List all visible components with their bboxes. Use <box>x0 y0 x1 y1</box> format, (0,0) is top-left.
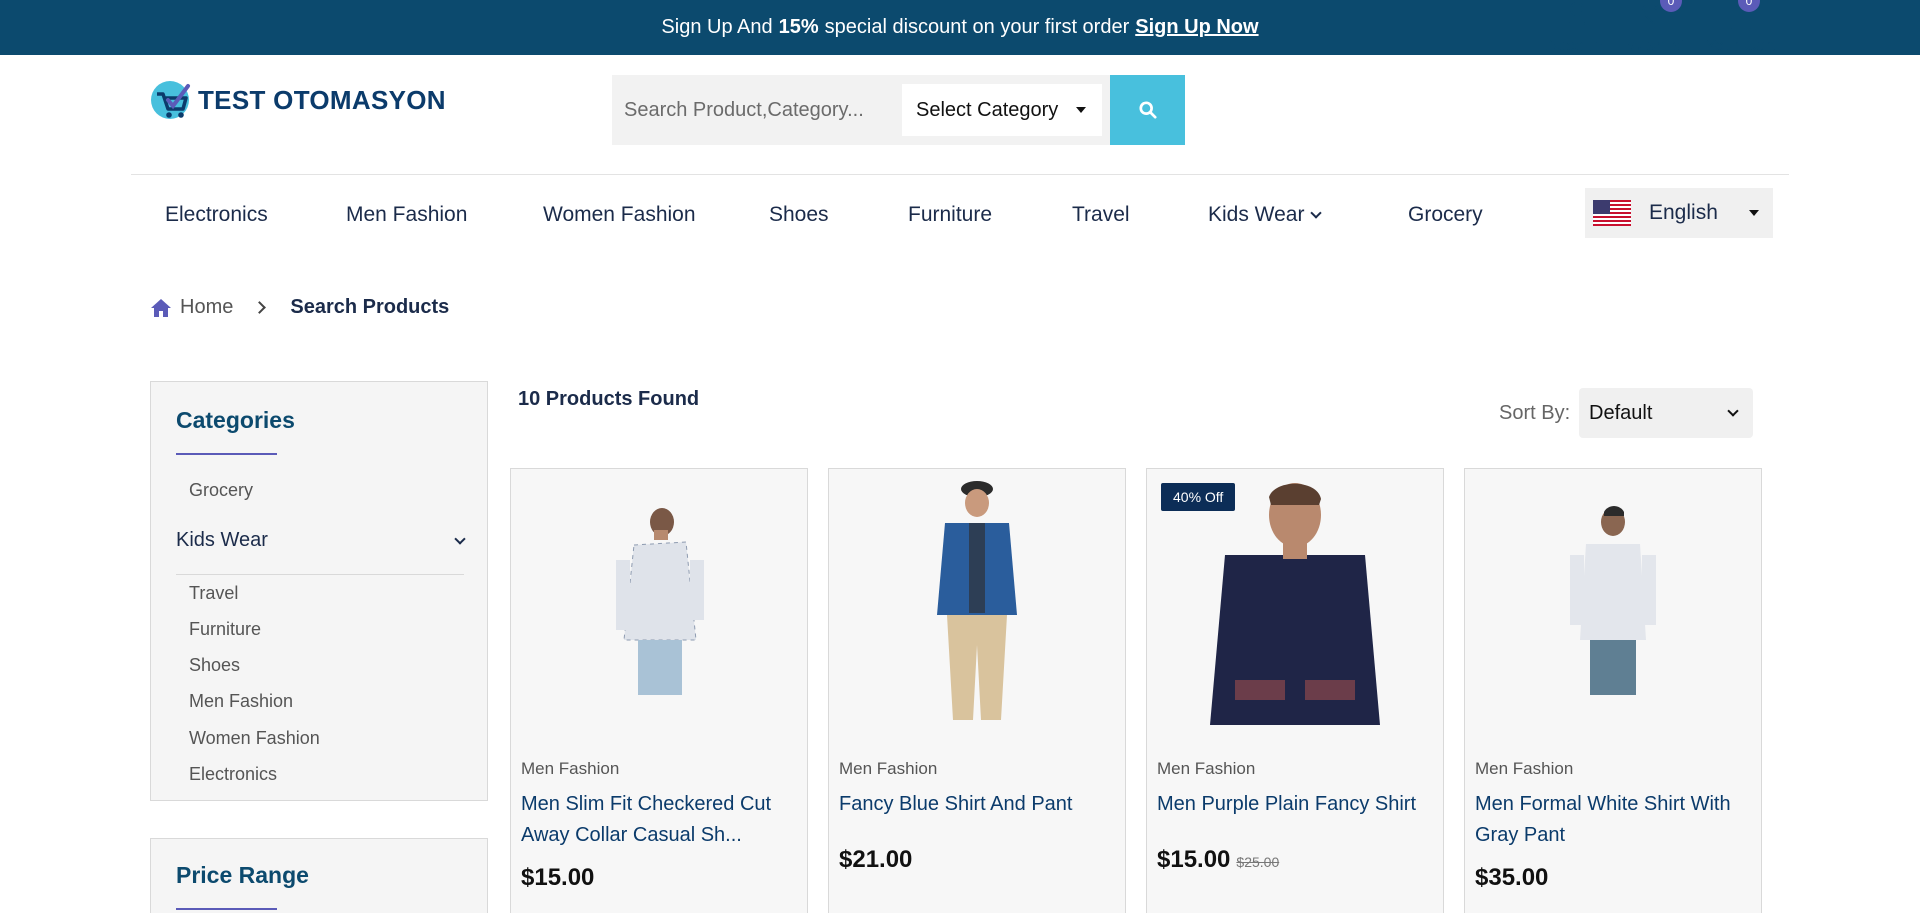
sort-value: Default <box>1589 401 1653 424</box>
search-bar: Select Category <box>612 75 1185 145</box>
categories-panel: Categories Grocery Kids Wear Travel Furn… <box>150 381 488 801</box>
category-women-fashion[interactable]: Women Fashion <box>189 728 320 749</box>
nav-item-men-fashion[interactable]: Men Fashion <box>346 203 467 227</box>
nav-item-electronics[interactable]: Electronics <box>165 203 268 227</box>
product-category: Men Fashion <box>521 759 620 778</box>
chevron-down-icon <box>1727 405 1739 417</box>
product-category: Men Fashion <box>1475 759 1574 778</box>
product-card[interactable]: Men Fashion Men Formal White Shirt With … <box>1464 468 1762 913</box>
category-grocery[interactable]: Grocery <box>189 480 253 501</box>
breadcrumb-current: Search Products <box>290 296 450 318</box>
products-found-count: 10 Products Found <box>518 388 700 410</box>
product-category: Men Fashion <box>1157 759 1256 778</box>
search-input[interactable] <box>612 75 892 145</box>
category-travel[interactable]: Travel <box>189 583 238 604</box>
nav-item-travel[interactable]: Travel <box>1072 203 1130 227</box>
sign-up-link[interactable]: Sign Up Now <box>1135 16 1258 39</box>
search-icon <box>1138 101 1157 119</box>
language-label: English <box>1649 201 1718 224</box>
product-category: Men Fashion <box>839 759 938 778</box>
product-price: $21.00 <box>839 846 913 873</box>
category-shoes[interactable]: Shoes <box>189 655 240 676</box>
nav-item-kids-wear[interactable]: Kids Wear <box>1208 203 1323 227</box>
discount-badge: 40% Off <box>1161 483 1236 511</box>
price-range-title: Price Range <box>176 862 309 888</box>
site-logo[interactable]: TEST OTOMASYON <box>148 78 446 122</box>
logo-cart-icon <box>151 81 190 119</box>
us-flag-icon <box>1593 200 1631 226</box>
home-icon <box>151 298 171 317</box>
nav-item-furniture[interactable]: Furniture <box>908 203 992 227</box>
product-image[interactable] <box>511 469 807 731</box>
chevron-right-icon <box>253 301 267 314</box>
title-underline <box>176 908 277 910</box>
logo-text: TEST OTOMASYON <box>198 84 446 115</box>
promo-text-before: Sign Up And <box>661 16 773 38</box>
product-photo-purple-shirt <box>1210 483 1380 725</box>
product-image[interactable] <box>1465 469 1761 731</box>
header-divider <box>131 174 1789 175</box>
nav-item-kids-wear-label: Kids Wear <box>1208 203 1305 226</box>
nav-item-shoes[interactable]: Shoes <box>769 203 829 227</box>
caret-down-icon <box>1076 107 1086 113</box>
product-name[interactable]: Men Formal White Shirt With Gray Pant <box>1475 789 1747 851</box>
nav-item-women-fashion[interactable]: Women Fashion <box>543 203 696 227</box>
language-select[interactable]: English <box>1585 188 1773 238</box>
chevron-down-icon <box>454 532 466 545</box>
product-old-price: $25.00 <box>1236 854 1280 870</box>
sort-label: Sort By: <box>1499 402 1571 424</box>
product-price: $15.00 $25.00 <box>1157 846 1279 874</box>
sort-select[interactable]: Default <box>1579 388 1753 438</box>
wishlist-label: Wishlist <box>1627 36 1686 55</box>
product-card[interactable]: Men Fashion Fancy Blue Shirt And Pant $2… <box>828 468 1126 913</box>
search-button[interactable] <box>1110 75 1185 145</box>
account-link[interactable]: Account <box>1546 0 1607 56</box>
category-furniture[interactable]: Furniture <box>189 619 261 640</box>
category-select[interactable]: Select Category <box>902 84 1102 136</box>
category-kids-wear-label: Kids Wear <box>176 529 268 551</box>
promo-percent: 15% <box>778 16 819 38</box>
title-underline <box>176 453 277 455</box>
promo-text-after: special discount on your first order <box>824 16 1130 38</box>
breadcrumb-home[interactable]: Home <box>180 296 233 319</box>
product-image[interactable] <box>829 469 1125 731</box>
cart-link[interactable]: Your Cart 0 <box>1705 0 1776 56</box>
user-icon <box>1564 2 1589 29</box>
price-range-panel: Price Range <box>150 838 488 913</box>
product-name[interactable]: Fancy Blue Shirt And Pant <box>839 789 1111 820</box>
product-card[interactable]: Men Fashion Men Slim Fit Checkered Cut A… <box>510 468 808 913</box>
product-name[interactable]: Men Purple Plain Fancy Shirt <box>1157 789 1429 820</box>
product-photo-white-shirt <box>1570 506 1656 695</box>
product-price: $15.00 <box>521 864 595 891</box>
categories-title: Categories <box>176 407 295 433</box>
product-photo-checkered-shirt <box>616 508 704 695</box>
account-label: Account <box>1546 36 1608 55</box>
product-name[interactable]: Men Slim Fit Checkered Cut Away Collar C… <box>521 789 793 851</box>
chevron-down-icon <box>1310 207 1323 219</box>
product-price-current: $15.00 <box>1157 846 1231 873</box>
category-select-label: Select Category <box>916 98 1059 121</box>
caret-down-icon <box>1749 210 1759 216</box>
product-price: $35.00 <box>1475 864 1549 891</box>
product-card[interactable]: 40% Off Men Fashion Men Purple Plain Fan… <box>1146 468 1444 913</box>
category-electronics[interactable]: Electronics <box>189 764 277 785</box>
wishlist-link[interactable]: Wishlist 0 <box>1627 0 1686 56</box>
category-divider <box>176 574 464 575</box>
category-men-fashion[interactable]: Men Fashion <box>189 691 293 712</box>
cart-label: Your Cart <box>1705 36 1777 55</box>
breadcrumb: Home Search Products <box>150 296 449 319</box>
category-kids-wear[interactable]: Kids Wear <box>176 529 466 552</box>
product-photo-blue-shirt <box>937 481 1017 720</box>
nav-item-grocery[interactable]: Grocery <box>1408 203 1483 227</box>
